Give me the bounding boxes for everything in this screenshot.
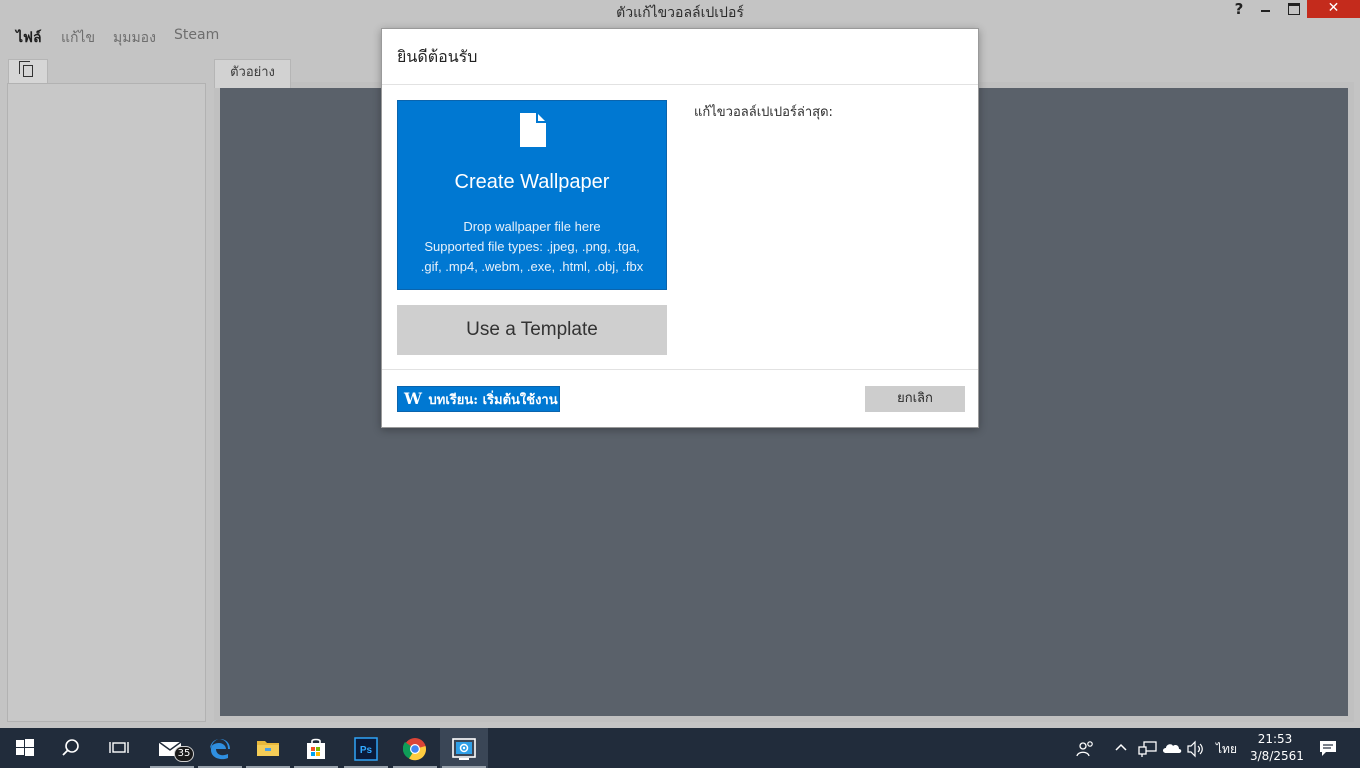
- volume-button[interactable]: [1186, 728, 1206, 768]
- menu-steam[interactable]: Steam: [174, 27, 219, 43]
- input-language[interactable]: ไทย: [1216, 740, 1237, 759]
- file-types-line-1: Supported file types: .jpeg, .png, .tga,: [424, 239, 640, 254]
- chrome-icon: [403, 738, 427, 761]
- search-button[interactable]: [48, 728, 96, 768]
- speaker-icon: [1187, 740, 1203, 758]
- taskbar: Ps ไทย 21:53 3/8/2561: [0, 728, 1360, 768]
- welcome-dialog: ยินดีต้อนรับ Create Wallpaper Drop wallp…: [381, 28, 979, 428]
- title-bar: ตัวแก้ไขวอลล์เปเปอร์ ? ✕: [0, 0, 1360, 22]
- close-button[interactable]: ✕: [1307, 0, 1360, 18]
- people-icon: [1076, 741, 1093, 757]
- file-types-line-2: .gif, .mp4, .webm, .exe, .html, .obj, .f…: [420, 259, 644, 274]
- cancel-button[interactable]: ยกเลิก: [865, 386, 965, 412]
- action-center-button[interactable]: [1314, 728, 1342, 768]
- menu-file[interactable]: ไฟล์: [16, 27, 42, 49]
- chevron-up-icon: [1115, 743, 1127, 751]
- create-wallpaper-button[interactable]: Create Wallpaper Drop wallpaper file her…: [397, 100, 667, 290]
- edge-app[interactable]: [196, 728, 244, 768]
- wallpaper-engine-icon: [452, 738, 476, 760]
- maximize-button[interactable]: [1284, 0, 1304, 20]
- drop-hint: Drop wallpaper file here: [463, 219, 601, 234]
- file-icon: [520, 113, 546, 147]
- window-title: ตัวแก้ไขวอลล์เปเปอร์: [616, 5, 744, 21]
- start-icon: [16, 739, 34, 756]
- mail-unread-badge: 35: [174, 746, 194, 762]
- use-template-button[interactable]: Use a Template: [397, 305, 667, 355]
- file-explorer-icon: [257, 741, 279, 756]
- store-app[interactable]: [292, 728, 340, 768]
- show-hidden-icons-button[interactable]: [1114, 728, 1130, 768]
- menu-view[interactable]: มุมมอง: [113, 27, 156, 49]
- clock-date: 3/8/2561: [1250, 749, 1304, 763]
- dialog-title: ยินดีต้อนรับ: [397, 47, 478, 66]
- task-view-icon: [109, 742, 129, 753]
- start-button[interactable]: [0, 728, 48, 768]
- notification-icon: [1320, 741, 1336, 756]
- tutorial-button[interactable]: W บทเรียน: เริ่มต้นใช้งาน: [397, 386, 560, 412]
- photoshop-app[interactable]: Ps: [342, 728, 390, 768]
- edge-icon: [210, 739, 230, 760]
- tab-preview[interactable]: ตัวอย่าง: [214, 59, 291, 88]
- recent-wallpapers-label: แก้ไขวอลล์เปเปอร์ล่าสุด:: [694, 105, 833, 120]
- minimize-button[interactable]: [1256, 0, 1276, 20]
- store-icon: [307, 738, 325, 759]
- clock[interactable]: 21:53 3/8/2561: [1250, 731, 1304, 765]
- tutorial-label: บทเรียน: เริ่มต้นใช้งาน: [428, 393, 558, 408]
- photoshop-label: Ps: [360, 745, 373, 756]
- left-panel-tab[interactable]: [8, 59, 48, 84]
- search-icon: [62, 739, 79, 756]
- menu-edit[interactable]: แก้ไข: [61, 27, 95, 49]
- photoshop-icon: Ps: [354, 737, 378, 761]
- left-panel: [7, 83, 206, 722]
- network-icon: [1138, 741, 1157, 757]
- wiki-icon: W: [404, 389, 422, 408]
- cloud-icon: [1163, 744, 1182, 753]
- create-wallpaper-title: Create Wallpaper: [454, 171, 610, 193]
- dialog-footer-divider: [382, 369, 978, 370]
- dialog-header: ยินดีต้อนรับ: [382, 29, 978, 85]
- help-button[interactable]: ?: [1229, 0, 1249, 20]
- onedrive-button[interactable]: [1162, 728, 1184, 768]
- chrome-app[interactable]: [391, 728, 439, 768]
- task-view-button[interactable]: [96, 728, 144, 768]
- copy-icon: [19, 61, 33, 77]
- network-button[interactable]: [1138, 728, 1158, 768]
- people-button[interactable]: [1076, 728, 1098, 768]
- wallpaper-engine-app[interactable]: [440, 728, 488, 768]
- file-explorer-app[interactable]: [244, 728, 292, 768]
- clock-time: 21:53: [1257, 732, 1293, 746]
